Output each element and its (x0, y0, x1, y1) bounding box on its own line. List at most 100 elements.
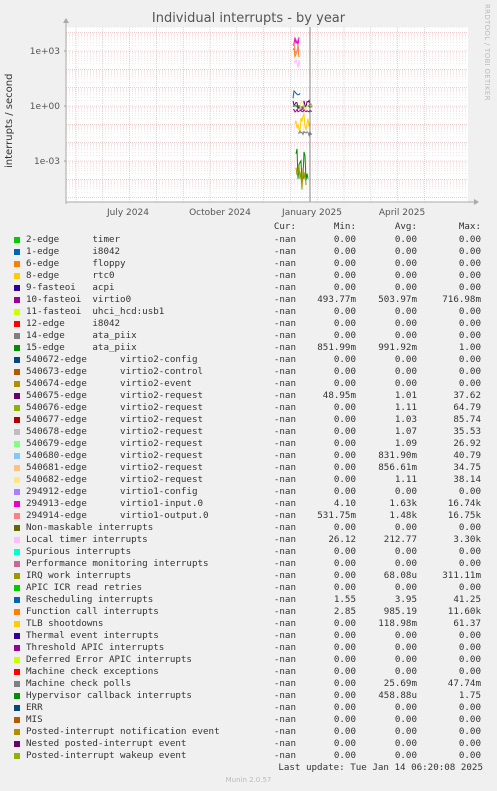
legend-row: Threshold APIC interrupts -nan 0.00 0.00 0.0… (0, 642, 497, 654)
legend-max: 1.00 (458, 342, 481, 353)
legend-label: 6-edge floppy (26, 258, 126, 269)
legend-row: 12-edge i8042 -nan 0.00 0.00 0.00 (0, 318, 497, 330)
y-axis-arrow (63, 18, 69, 23)
legend-cur: -nan (273, 318, 296, 329)
legend-swatch (14, 705, 20, 711)
legend-min: 0.00 (333, 246, 356, 257)
legend-avg: 0.00 (394, 546, 417, 557)
legend-label: MIS (26, 714, 43, 725)
legend-row: 6-edge floppy -nan 0.00 0.00 0.00 (0, 258, 497, 270)
legend-label: Performance monitoring interrupts (26, 558, 209, 569)
legend-cur: -nan (273, 750, 296, 761)
chart-plot: 1e+03 1e+00 1e-03 July 2024 October 2024 Janu… (30, 18, 479, 218)
legend-row: 294914-edge virtio1-output.0 -nan 531.75m 1… (0, 510, 497, 522)
legend-min: 0.00 (333, 522, 356, 533)
legend-row: Machine check polls -nan 0.00 25.69m 47.74m (0, 678, 497, 690)
legend-swatch (14, 273, 20, 279)
legend-min: 0.00 (333, 738, 356, 749)
legend-avg: 68.08u (383, 570, 417, 581)
legend-min: 0.00 (333, 750, 356, 761)
legend-avg: 831.90m (378, 450, 417, 461)
legend-min: 0.00 (333, 354, 356, 365)
legend-row: ERR -nan 0.00 0.00 0.00 (0, 702, 497, 714)
legend-cur: -nan (273, 474, 296, 485)
legend-label: 12-edge i8042 (26, 318, 121, 329)
legend-row: Posted-interrupt notification event -nan 0… (0, 726, 497, 738)
legend-min: 0.00 (333, 546, 356, 557)
legend-swatch (14, 357, 20, 363)
legend-cur: -nan (273, 534, 296, 545)
legend-cur: -nan (273, 282, 296, 293)
legend-max: 0.00 (458, 282, 481, 293)
legend-max: 26.92 (453, 438, 481, 449)
legend-label: Threshold APIC interrupts (26, 642, 165, 653)
legend-label: 8-edge rtc0 (26, 270, 115, 281)
legend-label: Posted-interrupt notification event (26, 726, 220, 737)
legend-label: 540678-edge virtio2-request (26, 426, 204, 437)
legend-max: 0.00 (458, 702, 481, 713)
legend-label: 540679-edge virtio2-request (26, 438, 204, 449)
legend-cur: -nan (273, 678, 296, 689)
legend-min: 0.00 (333, 258, 356, 269)
legend-row: 540682-edge virtio2-request -nan 0.00 1.11 3… (0, 474, 497, 486)
legend-max: 38.14 (453, 474, 481, 485)
x-tick-label: January 2025 (281, 208, 342, 218)
legend-label: 540673-edge virtio2-control (26, 366, 204, 377)
legend-min: 0.00 (333, 414, 356, 425)
legend-swatch (14, 285, 20, 291)
legend-row: Machine check exceptions -nan 0.00 0.00 0.00 (0, 666, 497, 678)
legend-min: 0.00 (333, 582, 356, 593)
legend-min: 0.00 (333, 474, 356, 485)
legend-max: 35.53 (453, 426, 481, 437)
legend-avg: 1.48k (389, 510, 417, 521)
legend-cur: -nan (273, 582, 296, 593)
legend-cur: -nan (273, 390, 296, 401)
legend-min: 0.00 (333, 462, 356, 473)
legend-header: Cur: Min: Avg: Max: (0, 221, 497, 233)
legend-avg: 1.11 (394, 474, 417, 485)
x-tick-label: April 2025 (379, 208, 425, 218)
legend-label: 540681-edge virtio2-request (26, 462, 204, 473)
legend-max: 37.62 (453, 390, 481, 401)
x-axis-arrow (474, 199, 479, 205)
legend-cur: -nan (273, 246, 296, 257)
legend-row: 540677-edge virtio2-request -nan 0.00 1.03 8… (0, 414, 497, 426)
legend-cur: -nan (273, 714, 296, 725)
legend-swatch (14, 657, 20, 663)
legend-label: 14-edge ata_piix (26, 330, 137, 341)
legend-row: 8-edge rtc0 -nan 0.00 0.00 0.00 (0, 270, 497, 282)
munin-version: Munin 2.0.57 (225, 776, 272, 784)
legend-avg: 212.77 (383, 534, 417, 545)
legend-cur: -nan (273, 546, 296, 557)
legend-cur: -nan (273, 330, 296, 341)
last-update: Last update: Tue Jan 14 06:20:08 2025 (278, 762, 483, 773)
legend-label: 1-edge i8042 (26, 246, 121, 257)
legend-min: 0.00 (333, 486, 356, 497)
legend-cur: -nan (273, 294, 296, 305)
legend-avg: 0.00 (394, 258, 417, 269)
legend-cur: -nan (273, 726, 296, 737)
legend-cur: -nan (273, 522, 296, 533)
legend-avg: 0.00 (394, 246, 417, 257)
legend-min: 0.00 (333, 438, 356, 449)
legend-avg: 0.00 (394, 666, 417, 677)
legend-max: 0.00 (458, 750, 481, 761)
legend-min: 48.95m (322, 390, 356, 401)
legend-max: 0.00 (458, 318, 481, 329)
legend-max: 16.75k (447, 510, 481, 521)
legend-swatch (14, 237, 20, 243)
legend-swatch (14, 249, 20, 255)
legend-swatch (14, 585, 20, 591)
legend-cur: -nan (273, 594, 296, 605)
legend-cur: -nan (273, 702, 296, 713)
legend-max: 0.00 (458, 270, 481, 281)
legend-avg: 0.00 (394, 642, 417, 653)
legend-row: 10-fasteoi virtio0 -nan 493.77m 503.97m 716.… (0, 294, 497, 306)
legend-avg: 0.00 (394, 306, 417, 317)
legend-swatch (14, 681, 20, 687)
legend-swatch (14, 741, 20, 747)
legend-row: Deferred Error APIC interrupts -nan 0.00 0.… (0, 654, 497, 666)
legend-min: 0.00 (333, 666, 356, 677)
legend-min: 0.00 (333, 630, 356, 641)
legend-max: 0.00 (458, 558, 481, 569)
